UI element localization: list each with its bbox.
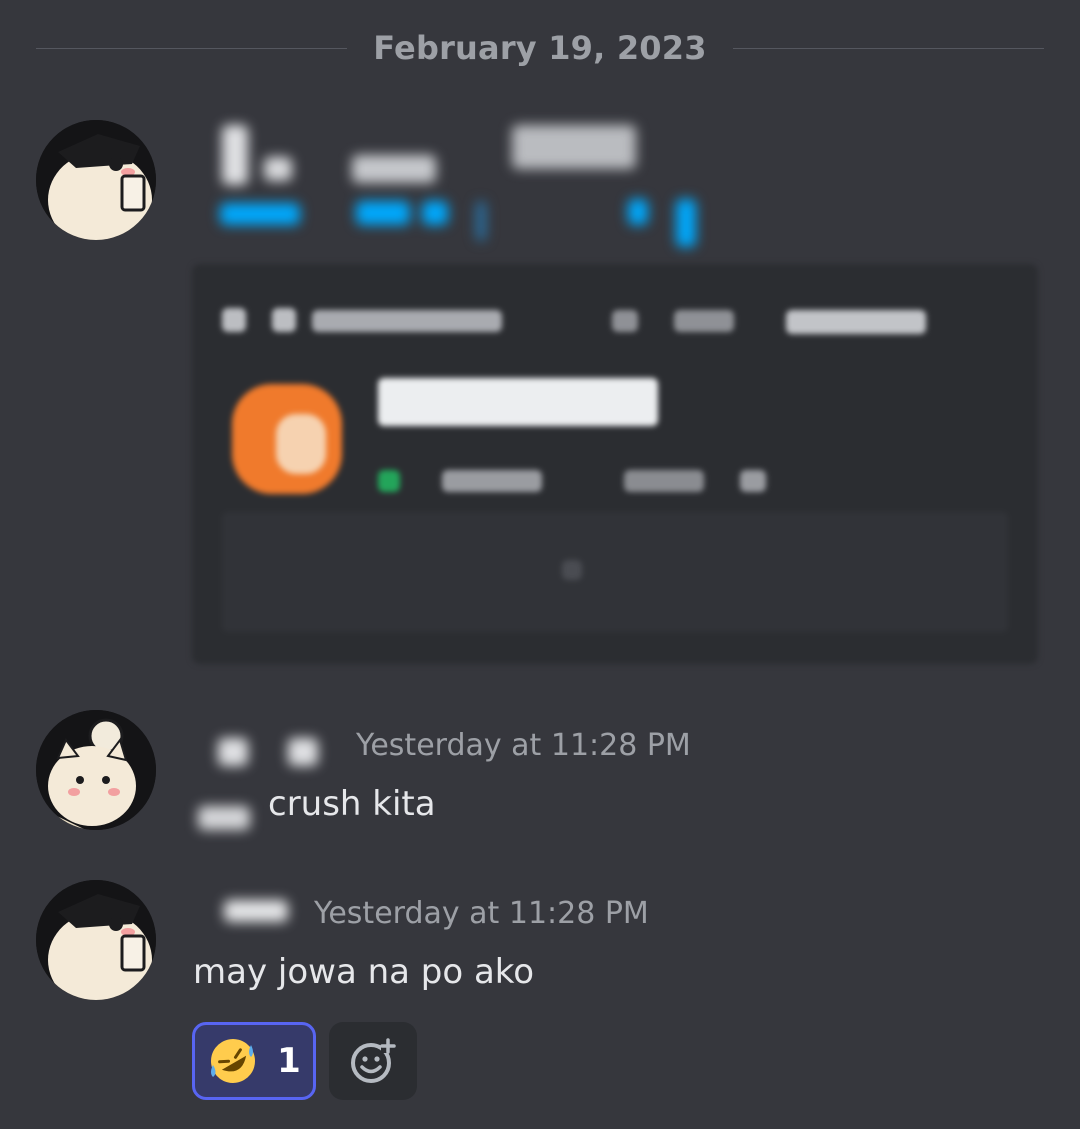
author-name-redacted[interactable] (218, 734, 328, 768)
avatar-cat-thinking-image (36, 710, 156, 830)
message-timestamp: Yesterday at 11:28 PM (356, 728, 691, 763)
divider-line-right (732, 47, 1044, 49)
date-divider-label: February 19, 2023 (373, 29, 707, 67)
reaction-count: 1 (277, 1041, 301, 1081)
link-embed-redacted[interactable] (192, 264, 1038, 664)
divider-line-left (36, 47, 348, 49)
reaction-rofl-button[interactable]: 1 (192, 1022, 316, 1100)
avatar[interactable] (36, 710, 156, 830)
add-reaction-button[interactable] (329, 1022, 417, 1100)
rofl-emoji-icon (211, 1039, 256, 1083)
message-text-redacted (194, 800, 258, 834)
embed-preview-area (222, 512, 1008, 632)
avatar[interactable] (36, 120, 156, 240)
avatar-cat-with-phone-image (36, 120, 156, 240)
add-reaction-icon (351, 1038, 396, 1083)
message-text: crush kita (268, 784, 436, 824)
date-divider: February 19, 2023 (36, 28, 1044, 68)
message-timestamp: Yesterday at 11:28 PM (314, 896, 649, 931)
avatar[interactable] (36, 880, 156, 1000)
message-header-redacted (192, 115, 732, 255)
message-text: may jowa na po ako (193, 952, 535, 992)
avatar-cat-with-phone-image (36, 880, 156, 1000)
author-name-redacted[interactable] (220, 896, 300, 926)
